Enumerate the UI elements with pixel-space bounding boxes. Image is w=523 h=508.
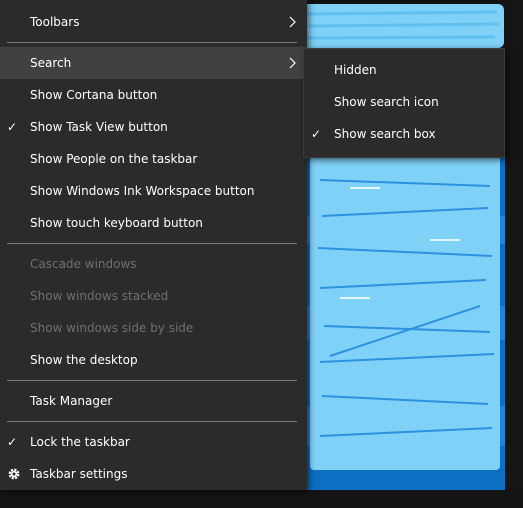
menu-item-show-cortana-button[interactable]: Show Cortana button bbox=[0, 79, 307, 111]
menu-item-label: Hidden bbox=[334, 63, 377, 77]
menu-item-label: Show search icon bbox=[334, 95, 439, 109]
taskbar-strip bbox=[0, 490, 523, 508]
screen-edge bbox=[505, 0, 523, 508]
menu-item-label: Taskbar settings bbox=[30, 467, 128, 481]
menu-item-show-the-desktop[interactable]: Show the desktop bbox=[0, 344, 307, 376]
menu-item-label: Cascade windows bbox=[30, 257, 137, 271]
menu-item-label: Lock the taskbar bbox=[30, 435, 130, 449]
menu-separator bbox=[7, 243, 297, 244]
chevron-right-icon bbox=[289, 57, 296, 69]
menu-item-toolbars[interactable]: Toolbars bbox=[0, 6, 307, 38]
menu-separator bbox=[7, 380, 297, 381]
checkmark-icon: ✓ bbox=[311, 127, 322, 141]
menu-item-label: Show windows side by side bbox=[30, 321, 194, 335]
redaction-scribble-top bbox=[301, 4, 504, 48]
menu-item-label: Task Manager bbox=[30, 394, 113, 408]
checkmark-icon: ✓ bbox=[7, 435, 18, 449]
menu-item-label: Search bbox=[30, 56, 72, 70]
gear-icon bbox=[8, 468, 20, 480]
menu-item-task-manager[interactable]: Task Manager bbox=[0, 385, 307, 417]
menu-item-label: Show Task View button bbox=[30, 120, 168, 134]
menu-item-label: Show Cortana button bbox=[30, 88, 158, 102]
menu-item-cascade-windows: Cascade windows bbox=[0, 248, 307, 280]
submenu-item-show-search-icon[interactable]: Show search icon bbox=[304, 86, 504, 118]
menu-item-show-task-view-button[interactable]: ✓ Show Task View button bbox=[0, 111, 307, 143]
menu-item-lock-the-taskbar[interactable]: ✓ Lock the taskbar bbox=[0, 426, 307, 458]
submenu-item-hidden[interactable]: Hidden bbox=[304, 54, 504, 86]
menu-item-show-ink-workspace[interactable]: Show Windows Ink Workspace button bbox=[0, 175, 307, 207]
menu-item-label: Show windows stacked bbox=[30, 289, 169, 303]
menu-item-label: Toolbars bbox=[30, 15, 80, 29]
menu-separator bbox=[7, 421, 297, 422]
menu-item-taskbar-settings[interactable]: Taskbar settings bbox=[0, 458, 307, 490]
chevron-right-icon bbox=[289, 16, 296, 28]
menu-item-show-windows-side-by-side: Show windows side by side bbox=[0, 312, 307, 344]
menu-item-label: Show search box bbox=[334, 127, 436, 141]
checkmark-icon: ✓ bbox=[7, 120, 18, 134]
menu-item-label: Show the desktop bbox=[30, 353, 138, 367]
submenu-item-show-search-box[interactable]: ✓ Show search box bbox=[304, 118, 504, 150]
menu-item-label: Show People on the taskbar bbox=[30, 152, 198, 166]
menu-item-label: Show touch keyboard button bbox=[30, 216, 203, 230]
menu-item-search[interactable]: Search bbox=[0, 47, 307, 79]
redaction-scribble-main bbox=[310, 156, 500, 470]
menu-item-show-windows-stacked: Show windows stacked bbox=[0, 280, 307, 312]
menu-separator bbox=[7, 42, 297, 43]
search-submenu: Hidden Show search icon ✓ Show search bo… bbox=[303, 48, 505, 158]
menu-item-label: Show Windows Ink Workspace button bbox=[30, 184, 255, 198]
menu-item-show-touch-keyboard[interactable]: Show touch keyboard button bbox=[0, 207, 307, 239]
taskbar-context-menu: Toolbars Search Show Cortana button ✓ Sh… bbox=[0, 0, 307, 490]
menu-item-show-people[interactable]: Show People on the taskbar bbox=[0, 143, 307, 175]
